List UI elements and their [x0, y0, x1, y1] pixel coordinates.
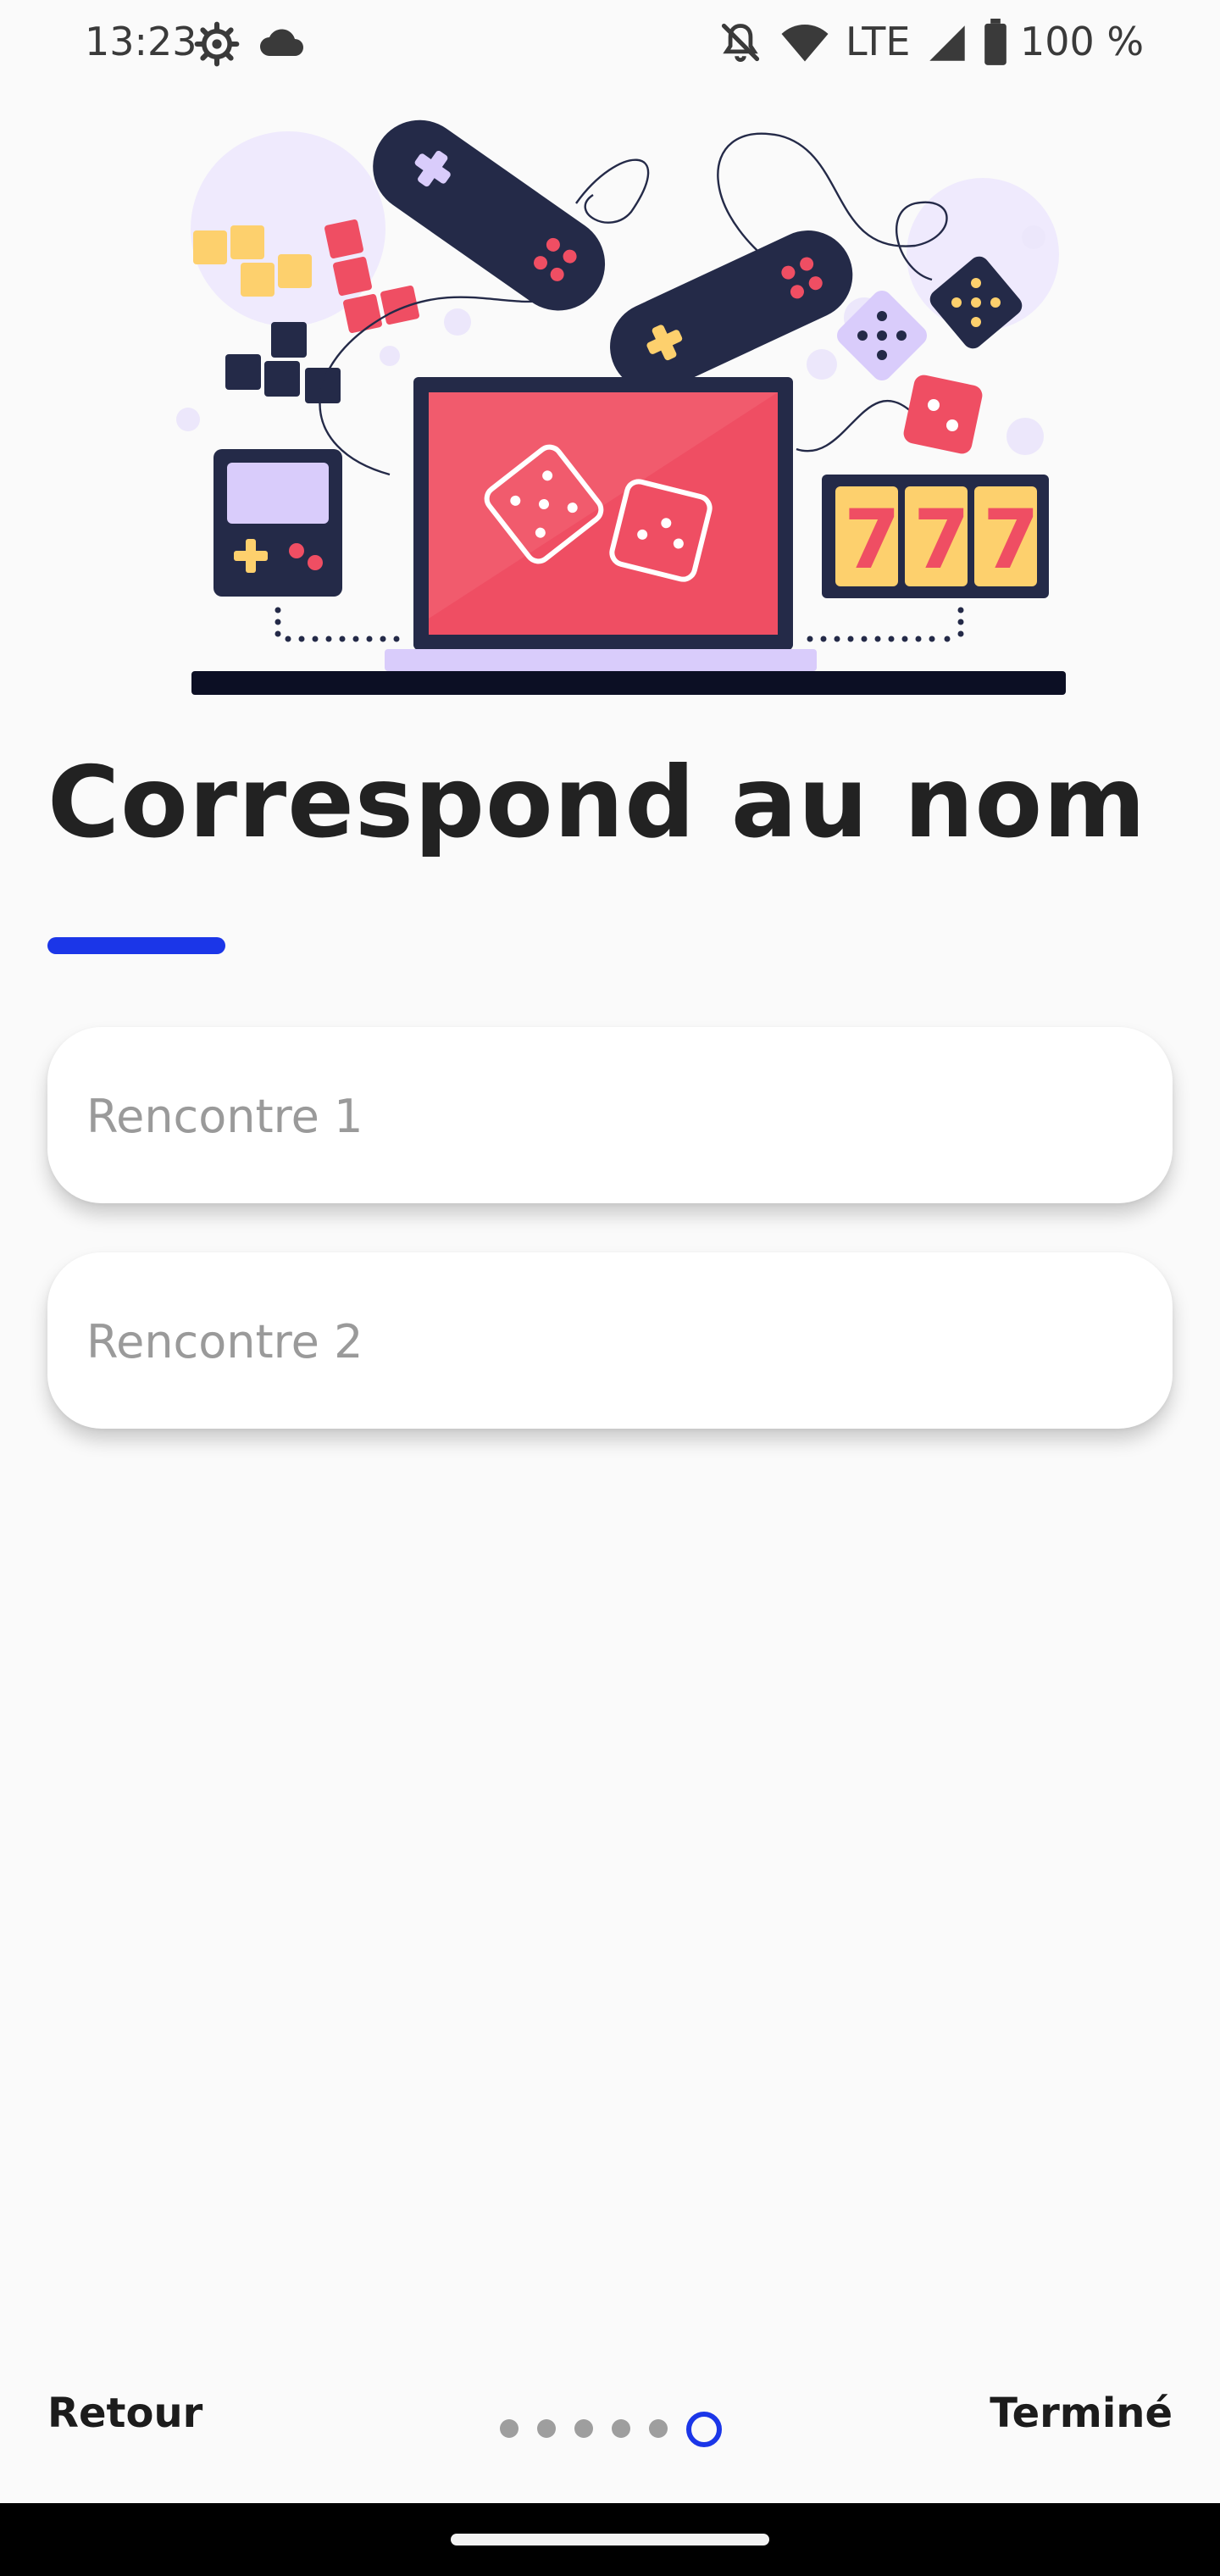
- page-dot: [537, 2419, 556, 2438]
- laptop-icon: [385, 377, 817, 671]
- handheld-console-icon: [214, 449, 342, 597]
- status-time: 13:23: [85, 19, 197, 64]
- title-underline: [47, 937, 225, 954]
- page-dot: [500, 2419, 518, 2438]
- dice-icon: [903, 375, 983, 454]
- dice-icon: [836, 290, 928, 381]
- back-button[interactable]: Retour: [47, 2390, 202, 2437]
- match-2-field[interactable]: [47, 1252, 1173, 1430]
- battery-icon: [983, 19, 1008, 69]
- svg-text:7: 7: [983, 492, 1040, 587]
- battery-percentage: 100 %: [1020, 19, 1145, 64]
- svg-text:7: 7: [913, 492, 970, 587]
- home-gesture-handle[interactable]: [451, 2534, 769, 2545]
- page-title: Correspond au nom: [47, 746, 1147, 860]
- status-bar: 13:23 LTE 100 %: [0, 0, 1220, 85]
- gaming-illustration: 7 7 7: [169, 110, 1084, 703]
- slot-machine-icon: 7 7 7: [822, 475, 1049, 598]
- page-dot: [574, 2419, 593, 2438]
- page-dot: [649, 2419, 668, 2438]
- network-type-label: LTE: [846, 19, 911, 64]
- wifi-icon: [779, 20, 830, 68]
- done-button[interactable]: Terminé: [990, 2390, 1173, 2437]
- cloud-icon: [258, 25, 305, 63]
- settings-icon: [193, 20, 241, 71]
- match-1-field[interactable]: [47, 1027, 1173, 1205]
- svg-text:7: 7: [844, 492, 901, 587]
- system-navigation-bar: [0, 2503, 1220, 2576]
- page-dot-active: [686, 2412, 722, 2447]
- page-dot: [612, 2419, 630, 2438]
- match-2-input[interactable]: [85, 1252, 1139, 1430]
- bottom-navigation: Retour Terminé: [0, 2356, 1220, 2474]
- signal-icon: [927, 24, 968, 66]
- notifications-off-icon: [718, 20, 762, 68]
- match-1-input[interactable]: [85, 1027, 1139, 1205]
